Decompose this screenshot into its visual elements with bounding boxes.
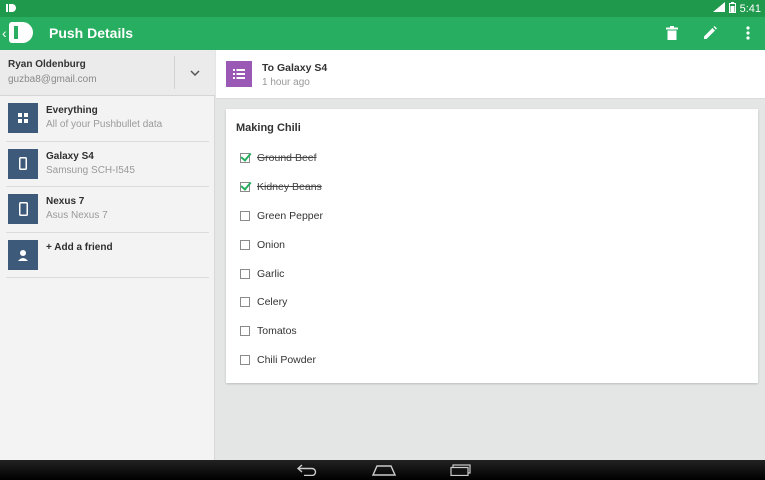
list-item-label: Onion — [257, 238, 286, 251]
list-item-label: Ground Beef — [257, 152, 317, 165]
status-bar: 5:41 — [0, 0, 765, 17]
list-item[interactable]: Green Pepper — [240, 202, 323, 231]
device-list: Everything All of your Pushbullet data G… — [0, 96, 215, 278]
checkbox[interactable] — [240, 354, 250, 365]
push-header: To Galaxy S4 1 hour ago — [216, 50, 765, 99]
checkbox[interactable] — [240, 326, 250, 337]
account-name: Ryan Oldenburg — [8, 59, 86, 70]
grid-icon — [8, 103, 38, 133]
add-friend-item[interactable]: + Add a friend — [6, 233, 209, 278]
device-subtitle: Samsung SCH-I545 — [46, 164, 135, 176]
chevron-down-icon — [190, 70, 200, 76]
add-friend-label: + Add a friend — [46, 241, 113, 253]
list-icon — [226, 61, 252, 87]
list-item[interactable]: Celery — [240, 288, 323, 317]
wifi-icon — [712, 2, 725, 16]
system-nav-bar — [0, 460, 765, 480]
device-subtitle: All of your Pushbullet data — [46, 119, 163, 130]
delete-icon — [666, 26, 678, 40]
back-button[interactable] — [295, 462, 319, 478]
list-item-label: Tomatos — [257, 325, 297, 338]
checkbox[interactable] — [240, 182, 250, 193]
edit-button[interactable] — [699, 22, 721, 44]
overflow-menu-button[interactable] — [737, 22, 759, 44]
list-item[interactable]: Kidney Beans — [240, 173, 323, 202]
push-target: To Galaxy S4 — [262, 62, 328, 74]
checkbox[interactable] — [240, 153, 250, 164]
device-sidebar: Ryan Oldenburg guzba8@gmail.com Everythi… — [0, 50, 215, 460]
device-item-everything[interactable]: Everything All of your Pushbullet data — [6, 96, 209, 142]
edit-icon — [704, 26, 717, 39]
checkbox[interactable] — [240, 239, 250, 250]
divider — [174, 56, 175, 89]
list-item-label: Green Pepper — [257, 209, 323, 222]
page-title: Push Details — [49, 25, 134, 41]
app-bar: ‹ Push Details — [0, 17, 765, 50]
delete-button[interactable] — [661, 22, 683, 44]
list-item[interactable]: Garlic — [240, 259, 323, 288]
home-icon — [372, 465, 396, 476]
checklist: Ground Beef Kidney Beans Green Pepper On… — [240, 144, 323, 374]
person-icon — [8, 239, 38, 270]
device-name: Everything — [46, 105, 98, 116]
device-name: Nexus 7 — [46, 196, 85, 207]
status-icons: 5:41 — [712, 2, 761, 16]
checklist-card: Making Chili Ground Beef Kidney Beans Gr… — [226, 109, 758, 383]
list-item-label: Chili Powder — [257, 353, 316, 366]
list-item-label: Kidney Beans — [257, 181, 322, 194]
overflow-menu-icon — [746, 26, 750, 40]
device-subtitle: Asus Nexus 7 — [46, 210, 108, 221]
up-chevron-icon[interactable]: ‹ — [2, 25, 7, 41]
tablet-icon — [8, 194, 38, 224]
device-item-galaxy-s4[interactable]: Galaxy S4 Samsung SCH-I545 — [6, 142, 209, 187]
device-item-nexus-7[interactable]: Nexus 7 Asus Nexus 7 — [6, 187, 209, 233]
list-item[interactable]: Onion — [240, 230, 323, 259]
notification-icon — [6, 3, 16, 13]
battery-icon — [728, 2, 736, 16]
pushbullet-logo[interactable] — [9, 22, 33, 43]
list-item[interactable]: Tomatos — [240, 317, 323, 346]
list-item-label: Garlic — [257, 267, 285, 280]
recents-icon — [450, 464, 471, 476]
account-header[interactable]: Ryan Oldenburg guzba8@gmail.com — [0, 50, 215, 96]
list-item-label: Celery — [257, 296, 288, 309]
list-item[interactable]: Ground Beef — [240, 144, 323, 173]
clock: 5:41 — [739, 3, 761, 15]
account-email: guzba8@gmail.com — [8, 74, 97, 85]
back-icon — [296, 464, 317, 476]
account-dropdown-button[interactable] — [184, 63, 206, 83]
checkbox[interactable] — [240, 297, 250, 308]
checkbox[interactable] — [240, 210, 250, 221]
recents-button[interactable] — [449, 462, 473, 478]
home-button[interactable] — [372, 462, 396, 478]
list-title: Making Chili — [236, 122, 301, 134]
device-name: Galaxy S4 — [46, 150, 94, 162]
list-item[interactable]: Chili Powder — [240, 346, 323, 375]
checkbox[interactable] — [240, 268, 250, 279]
phone-icon — [8, 148, 38, 179]
push-timestamp: 1 hour ago — [262, 77, 310, 88]
